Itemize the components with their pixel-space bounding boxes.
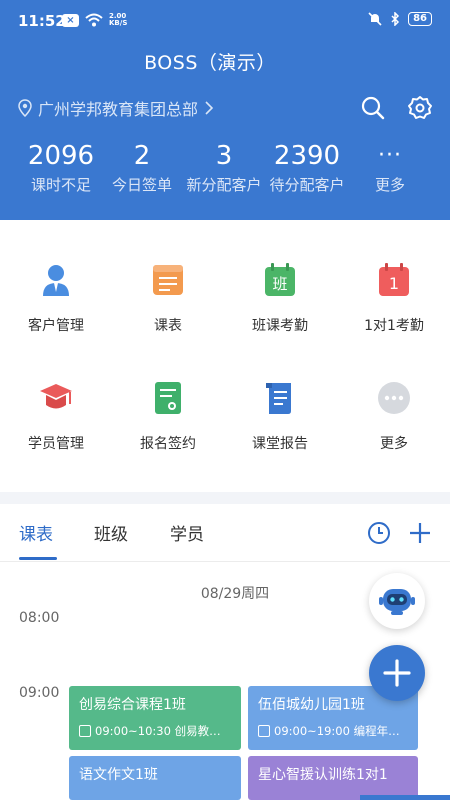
grid-label: 1对1考勤 <box>364 318 424 334</box>
tab-students[interactable]: 学员 <box>170 520 204 545</box>
grid-item-customer[interactable]: 客户管理 <box>0 262 112 335</box>
chevron-right-icon <box>205 101 214 115</box>
grid-item-more[interactable]: 更多 <box>338 380 450 453</box>
location-pin-icon <box>18 99 32 117</box>
status-bar: 11:52 × 2.00 KB/S 86 <box>0 0 450 40</box>
grid-item-class-attendance[interactable]: 班 班课考勤 <box>224 262 336 335</box>
calendar-icon <box>258 725 270 737</box>
grid-label: 更多 <box>380 436 408 452</box>
org-selector[interactable]: 广州学邦教育集团总部 <box>18 96 214 120</box>
grid-label: 报名签约 <box>140 436 196 452</box>
stat-label: 待分配客户 <box>269 176 345 194</box>
enroll-icon <box>155 382 181 414</box>
schedule-icon <box>153 265 183 295</box>
course-title: 创易综合课程1班 <box>79 697 186 713</box>
grid-item-report[interactable]: 课堂报告 <box>224 380 336 453</box>
class-attendance-icon: 班 <box>265 263 295 296</box>
grid-item-enroll[interactable]: 报名签约 <box>112 380 224 453</box>
battery-icon: 86 <box>408 12 432 26</box>
stat-value: 2096 <box>27 141 95 171</box>
section-divider <box>0 492 450 504</box>
grid-label: 课堂报告 <box>252 436 308 452</box>
stat-label: 新分配客户 <box>186 176 262 194</box>
more-dots-icon: ··· <box>378 143 402 168</box>
gear-icon[interactable] <box>407 95 433 121</box>
stat-label: 今日签单 <box>111 176 172 194</box>
stats-row: 2096 课时不足 2 今日签单 3 新分配客户 2390 待分配客户 ··· … <box>0 138 450 208</box>
course-card[interactable]: 星心智援认训练1对1 <box>248 756 418 800</box>
calendar-icon <box>79 725 91 737</box>
add-fab-button[interactable] <box>369 645 425 701</box>
stat-today-signed[interactable]: 2 今日签单 <box>106 138 178 196</box>
stat-more[interactable]: ··· 更多 <box>360 138 420 196</box>
grid-label: 课表 <box>154 318 182 334</box>
page-title: BOSS（演示） <box>144 52 276 74</box>
course-time: 09:00~10:30 创易教… <box>79 723 231 739</box>
search-icon[interactable] <box>360 95 386 121</box>
grid-item-one-on-one[interactable]: 1 1对1考勤 <box>338 262 450 335</box>
svg-text:1: 1 <box>389 274 399 293</box>
course-card[interactable]: 创易综合课程1班 09:00~10:30 创易教… <box>69 686 241 750</box>
mute-icon <box>368 12 382 26</box>
bluetooth-icon <box>391 12 400 26</box>
header: 11:52 × 2.00 KB/S 86 BOSS（演示） 广州学邦教育集团总部… <box>0 0 450 220</box>
status-time: 11:52 <box>18 12 66 30</box>
tab-classes[interactable]: 班级 <box>94 520 128 545</box>
course-card[interactable]: 语文作文1班 <box>69 756 241 800</box>
stat-label: 课时不足 <box>30 176 91 194</box>
grid-label: 班课考勤 <box>252 318 308 334</box>
stat-pending-assign[interactable]: 2390 待分配客户 <box>265 138 349 196</box>
student-icon <box>40 384 72 409</box>
network-speed: 2.00 KB/S <box>109 12 128 27</box>
assistant-robot-button[interactable] <box>369 573 425 629</box>
stat-hours-insufficient[interactable]: 2096 课时不足 <box>25 138 97 196</box>
stat-value: 2390 <box>273 141 341 171</box>
course-title: 语文作文1班 <box>79 767 158 783</box>
more-icon <box>378 382 410 414</box>
tab-schedule[interactable]: 课表 <box>19 520 53 545</box>
stat-value: 3 <box>215 141 233 171</box>
status-right-icons: 86 <box>368 12 432 26</box>
one-on-one-icon: 1 <box>379 263 409 296</box>
stat-label: 更多 <box>374 176 405 194</box>
customer-icon <box>43 265 69 296</box>
tab-bar: 课表 班级 学员 <box>0 504 450 562</box>
org-name: 广州学邦教育集团总部 <box>38 100 199 119</box>
course-time: 09:00~19:00 编程年… <box>258 723 408 739</box>
wifi-icon <box>85 13 103 27</box>
grid-item-student[interactable]: 学员管理 <box>0 380 112 453</box>
grid-label: 学员管理 <box>28 436 84 452</box>
report-icon <box>266 383 291 414</box>
tab-active-indicator <box>19 557 57 560</box>
notification-icon: × <box>62 13 79 27</box>
stat-new-assigned[interactable]: 3 新分配客户 <box>182 138 266 196</box>
time-label: 09:00 <box>19 685 60 701</box>
function-grid: 客户管理 课表 班 班课考勤 1 1对1考勤 学员管理 报名签约 课堂报告 更多 <box>0 220 450 492</box>
time-label: 08:00 <box>19 610 60 626</box>
clock-icon[interactable] <box>367 521 391 545</box>
add-icon[interactable] <box>408 521 432 545</box>
robot-icon <box>379 589 415 615</box>
status-left-icons: × 2.00 KB/S <box>62 13 127 27</box>
svg-text:班: 班 <box>272 275 287 293</box>
grid-item-schedule[interactable]: 课表 <box>112 262 224 335</box>
course-title: 星心智援认训练1对1 <box>258 767 388 783</box>
stat-value: 2 <box>133 141 151 171</box>
grid-label: 客户管理 <box>28 318 84 334</box>
plus-icon <box>383 659 411 687</box>
bottom-edge-indicator <box>360 795 450 800</box>
